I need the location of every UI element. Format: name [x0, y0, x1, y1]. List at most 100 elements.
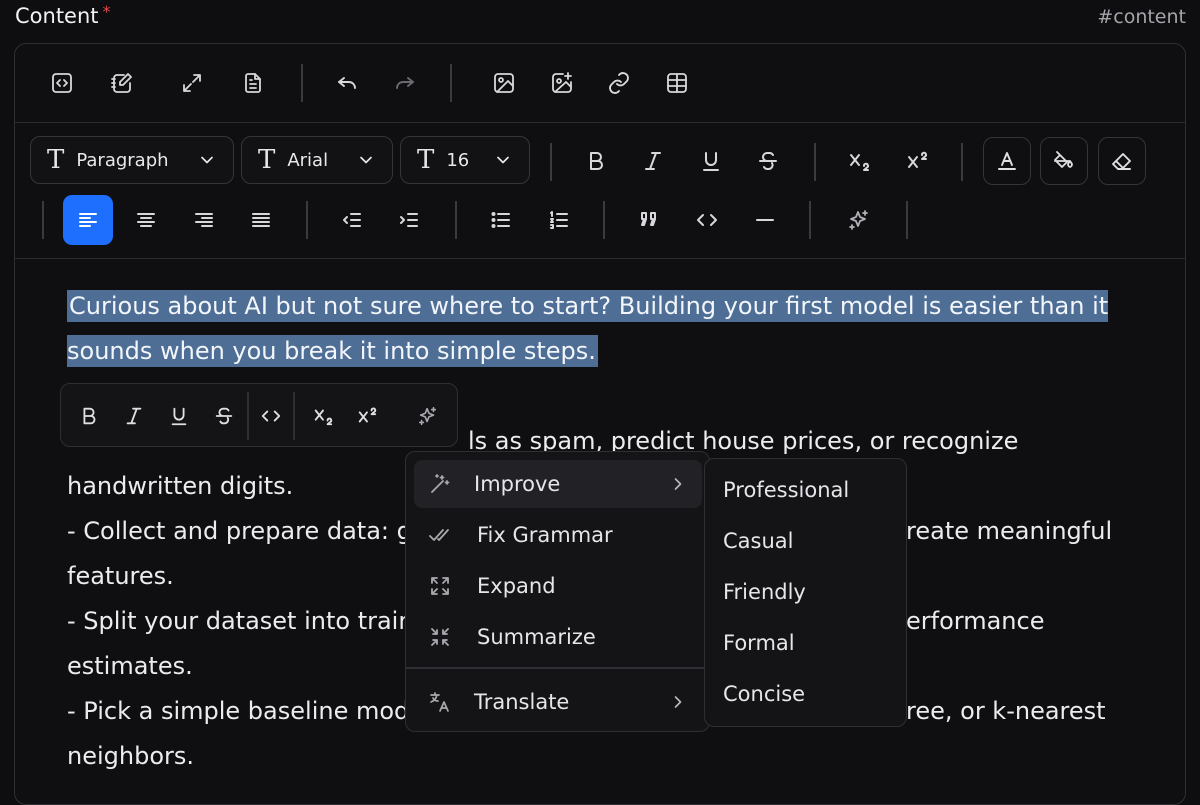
paragraph-intro: Curious about AI but not sure where to s… — [67, 284, 1167, 374]
text-line: handwritten digits. — [67, 472, 294, 500]
toolbar-divider — [550, 143, 552, 181]
submenu-item-casual[interactable]: Casual — [723, 529, 794, 553]
strikethrough-icon[interactable] — [202, 394, 246, 438]
menu-item-translate[interactable]: Translate — [414, 678, 702, 726]
ai-sparkle-icon[interactable] — [406, 394, 450, 438]
menu-item-label: Fix Grammar — [477, 523, 613, 547]
toolbar-divider — [42, 201, 44, 239]
toolbar-divider — [306, 201, 308, 239]
magic-wand-icon — [428, 472, 452, 496]
toolbar-divider — [814, 143, 816, 181]
edit-note-icon[interactable] — [100, 61, 144, 105]
text-line: - Pick a simple baseline mode — [67, 697, 425, 725]
superscript-icon[interactable] — [345, 394, 389, 438]
text-line: features. — [67, 562, 174, 590]
numbered-list-icon[interactable] — [537, 198, 581, 242]
field-label-text: Content — [15, 4, 99, 28]
improve-submenu: Professional Casual Friendly Formal Conc… — [704, 458, 907, 727]
subscript-icon[interactable] — [837, 139, 881, 183]
align-justify-icon[interactable] — [239, 198, 283, 242]
text-type-icon: T — [47, 145, 65, 175]
font-size-icon: T — [417, 145, 435, 175]
menu-item-label: Translate — [474, 690, 570, 714]
double-check-icon — [428, 523, 452, 547]
text-line: - Collect and prepare data: ga — [67, 517, 427, 545]
bubble-menu — [60, 383, 458, 447]
chevron-down-icon — [360, 156, 372, 164]
table-icon[interactable] — [655, 61, 699, 105]
submenu-item-concise[interactable]: Concise — [723, 682, 805, 706]
document-icon[interactable] — [231, 61, 275, 105]
required-mark: * — [102, 2, 111, 21]
menu-item-label: Improve — [474, 472, 561, 496]
menu-item-expand[interactable]: Expand — [414, 562, 702, 610]
align-right-icon[interactable] — [182, 198, 226, 242]
menu-item-label: Summarize — [477, 625, 596, 649]
toolbar-top — [15, 44, 1185, 123]
toolbar-divider — [809, 201, 811, 239]
menu-item-improve[interactable]: Improve — [414, 460, 702, 508]
text-color-icon[interactable] — [983, 137, 1031, 185]
link-icon[interactable] — [597, 61, 641, 105]
submenu-item-friendly[interactable]: Friendly — [723, 580, 806, 604]
highlight-fill-icon[interactable] — [1040, 137, 1088, 185]
chevron-down-icon — [497, 156, 509, 164]
blockquote-icon[interactable] — [627, 198, 671, 242]
italic-icon[interactable] — [112, 394, 156, 438]
underline-icon[interactable] — [689, 139, 733, 183]
bold-icon[interactable] — [574, 139, 618, 183]
code-block-icon[interactable] — [685, 198, 729, 242]
bold-icon[interactable] — [67, 394, 111, 438]
undo-icon[interactable] — [325, 61, 369, 105]
outdent-icon[interactable] — [330, 198, 374, 242]
subscript-icon[interactable] — [301, 394, 345, 438]
field-label: Content * — [15, 2, 111, 28]
submenu-item-formal[interactable]: Formal — [723, 631, 795, 655]
redo-icon[interactable] — [383, 61, 427, 105]
ai-actions-menu: Improve Fix Grammar Expand Summarize Tra… — [405, 451, 710, 732]
text-line: neighbors. — [67, 742, 195, 770]
underline-icon[interactable] — [157, 394, 201, 438]
toolbar-format: T Paragraph T Arial T 16 — [15, 123, 1185, 259]
toolbar-divider — [301, 64, 303, 102]
font-icon: T — [258, 145, 276, 175]
block-type-dropdown[interactable]: T Paragraph — [30, 136, 234, 184]
font-family-value: Arial — [287, 149, 329, 171]
text-line: reate meaningful — [906, 517, 1113, 545]
block-type-value: Paragraph — [76, 149, 169, 171]
text-line: erformance — [906, 607, 1045, 635]
fullscreen-icon[interactable] — [170, 61, 214, 105]
image-icon[interactable] — [482, 61, 526, 105]
font-size-dropdown[interactable]: T 16 — [400, 136, 530, 184]
code-icon[interactable] — [249, 394, 293, 438]
menu-item-label: Expand — [477, 574, 556, 598]
italic-icon[interactable] — [631, 139, 675, 183]
toolbar-divider — [603, 201, 605, 239]
chevron-right-icon — [674, 478, 682, 490]
submenu-item-professional[interactable]: Professional — [723, 478, 849, 502]
align-center-icon[interactable] — [124, 198, 168, 242]
bullet-list-icon[interactable] — [479, 198, 523, 242]
add-image-icon[interactable] — [540, 61, 584, 105]
toolbar-divider — [450, 64, 452, 102]
indent-icon[interactable] — [387, 198, 431, 242]
align-left-icon[interactable] — [63, 195, 113, 245]
selected-text: Curious about AI but not sure where to s… — [67, 290, 1109, 367]
bubble-divider — [293, 392, 295, 440]
menu-item-fix-grammar[interactable]: Fix Grammar — [414, 511, 702, 559]
font-family-dropdown[interactable]: T Arial — [241, 136, 393, 184]
eraser-icon[interactable] — [1098, 137, 1146, 185]
translate-icon — [428, 690, 452, 714]
text-line: ree, or k-nearest — [906, 697, 1106, 725]
strikethrough-icon[interactable] — [746, 139, 790, 183]
code-view-icon[interactable] — [40, 61, 84, 105]
collapse-icon — [428, 625, 452, 649]
menu-divider — [406, 667, 709, 669]
menu-item-summarize[interactable]: Summarize — [414, 613, 702, 661]
text-line: - Split your dataset into traini — [67, 607, 421, 635]
horizontal-rule-icon[interactable] — [743, 198, 787, 242]
ai-sparkle-icon[interactable] — [837, 198, 881, 242]
chevron-right-icon — [674, 696, 682, 708]
superscript-icon[interactable] — [895, 139, 939, 183]
editor-content[interactable]: Curious about AI but not sure where to s… — [67, 284, 1167, 374]
